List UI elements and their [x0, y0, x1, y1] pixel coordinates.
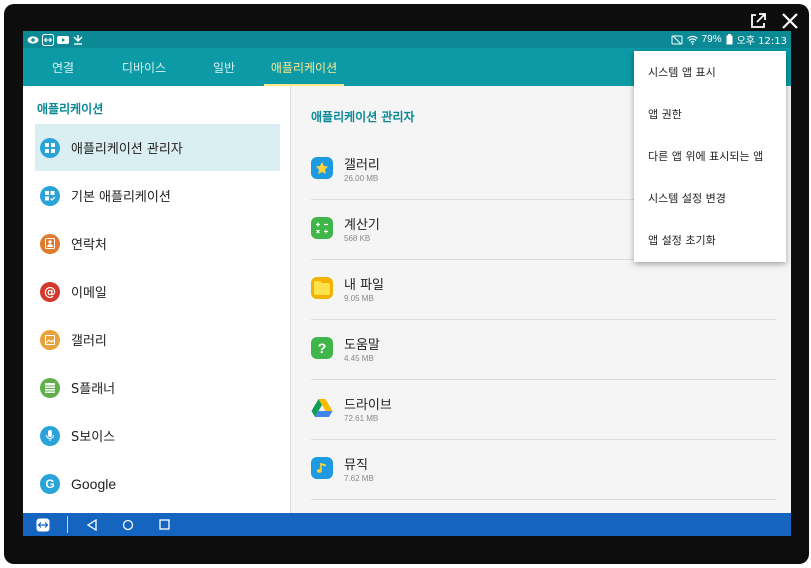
back-icon[interactable] [82, 515, 102, 535]
contact-icon [40, 233, 60, 254]
mute-icon [671, 35, 683, 45]
menu-item-modify-system-settings[interactable]: 시스템 설정 변경 [634, 177, 786, 219]
sidebar-item-label: 연락처 [71, 238, 107, 253]
eye-icon [27, 34, 39, 46]
microphone-icon [40, 425, 60, 446]
clock: 오후 12:13 [736, 36, 787, 47]
download-icon [72, 34, 84, 46]
sidebar-item-label: S보이스 [71, 430, 116, 445]
external-link-icon[interactable] [747, 10, 769, 32]
calculator-app-icon [311, 217, 333, 239]
recents-icon[interactable] [154, 515, 174, 535]
app-row-music[interactable]: 뮤직 7.62 MB [311, 440, 776, 500]
sidebar-item-label: 갤러리 [71, 334, 107, 349]
google-icon: G [40, 473, 60, 494]
app-row-my-files[interactable]: 내 파일 9.05 MB [311, 260, 776, 320]
teamviewer-icon[interactable] [33, 515, 53, 535]
app-size: 568 KB [344, 234, 371, 243]
menu-item-apps-on-top[interactable]: 다른 앱 위에 표시되는 앱 [634, 135, 786, 177]
home-icon[interactable] [118, 515, 138, 535]
app-size: 26.00 MB [344, 174, 379, 183]
app-size: 4.45 MB [344, 354, 374, 363]
apps-grid-icon [40, 137, 60, 158]
tab-applications[interactable]: 애플리케이션 [264, 48, 344, 86]
tab-device[interactable]: 디바이스 [114, 48, 174, 86]
sidebar-item-default-apps[interactable]: 기본 애플리케이션 [35, 172, 280, 219]
app-name: 뮤직 [344, 458, 368, 473]
wifi-icon [686, 35, 698, 45]
tab-general[interactable]: 일반 [206, 48, 242, 86]
tablet-screen: 79% 오후 12:13 연결 디바이스 일반 애플리케이션 애플리케이션 애플… [23, 31, 791, 536]
app-row-drive[interactable]: 드라이브 72.61 MB [311, 380, 776, 440]
sidebar-item-app-manager[interactable]: 애플리케이션 관리자 [35, 124, 280, 171]
navigation-bar [23, 513, 791, 536]
nav-separator [67, 516, 68, 533]
sidebar-item-s-voice[interactable]: S보이스 [35, 412, 280, 459]
panel-title: 애플리케이션 관리자 [311, 110, 415, 124]
sidebar-item-google[interactable]: G Google [35, 460, 280, 507]
sidebar-item-label: 이메일 [71, 286, 107, 301]
app-name: 계산기 [344, 218, 380, 233]
sidebar-item-gallery[interactable]: 갤러리 [35, 316, 280, 363]
battery-percent: 79% [701, 34, 722, 45]
gallery-app-icon [311, 157, 333, 179]
notification-icons [27, 33, 84, 46]
menu-item-reset-app-preferences[interactable]: 앱 설정 초기화 [634, 219, 786, 261]
my-files-app-icon [311, 277, 333, 299]
default-apps-icon [40, 185, 60, 206]
sidebar-item-email[interactable]: @ 이메일 [35, 268, 280, 315]
app-name: 내 파일 [344, 278, 385, 293]
sidebar-item-s-planner[interactable]: S플래너 [35, 364, 280, 411]
tab-connections[interactable]: 연결 [37, 48, 89, 86]
menu-item-show-system-apps[interactable]: 시스템 앱 표시 [634, 51, 786, 93]
overflow-menu: 시스템 앱 표시 앱 권한 다른 앱 위에 표시되는 앱 시스템 설정 변경 앱… [634, 51, 786, 262]
close-icon[interactable] [779, 10, 801, 32]
drive-app-icon [311, 397, 333, 419]
youtube-icon [57, 34, 69, 46]
system-status: 79% 오후 12:13 [671, 32, 787, 47]
frame-toolbar [747, 10, 801, 32]
app-name: 드라이브 [344, 398, 392, 413]
sidebar-item-contacts[interactable]: 연락처 [35, 220, 280, 267]
teamviewer-icon [42, 33, 54, 46]
help-app-icon: ? [311, 337, 333, 359]
email-icon: @ [40, 281, 60, 302]
app-size: 72.61 MB [344, 414, 379, 423]
battery-icon [726, 34, 733, 45]
sidebar-item-label: 애플리케이션 관리자 [71, 142, 183, 157]
calendar-icon [40, 377, 60, 398]
gallery-icon [40, 329, 60, 350]
app-name: 갤러리 [344, 158, 380, 173]
app-size: 7.62 MB [344, 474, 374, 483]
sidebar-item-label: Google [71, 475, 117, 492]
settings-category-list: 애플리케이션 애플리케이션 관리자 기본 애플리케이션 연락처 @ 이메일 갤러… [23, 86, 290, 513]
sidebar-item-label: 기본 애플리케이션 [71, 190, 171, 205]
menu-item-app-permissions[interactable]: 앱 권한 [634, 93, 786, 135]
status-bar: 79% 오후 12:13 [23, 31, 791, 48]
category-title: 애플리케이션 [37, 102, 104, 116]
app-size: 9.05 MB [344, 294, 374, 303]
app-name: 도움말 [344, 338, 380, 353]
music-app-icon [311, 457, 333, 479]
sidebar-item-label: S플래너 [71, 382, 116, 397]
app-row-help[interactable]: ? 도움말 4.45 MB [311, 320, 776, 380]
